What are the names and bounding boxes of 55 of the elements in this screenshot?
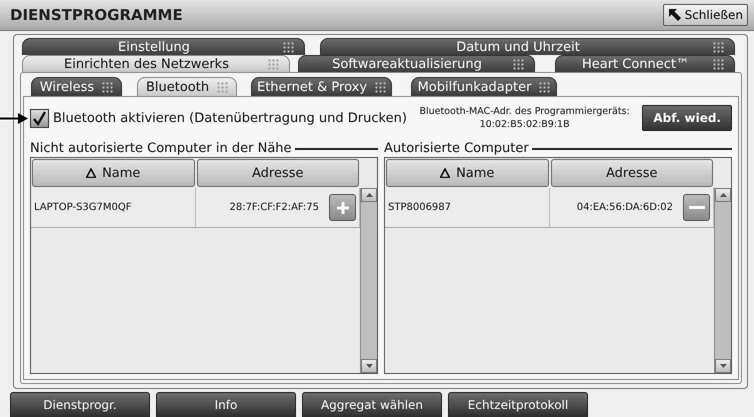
cursor-arrow-icon bbox=[668, 8, 682, 22]
grip-icon bbox=[217, 82, 228, 92]
column-header[interactable]: Adresse bbox=[550, 159, 713, 187]
tab[interactable]: Einrichten des Netzwerks bbox=[22, 55, 290, 72]
tab[interactable]: Heart Connect™ bbox=[555, 55, 735, 72]
checkbox-label: Bluetooth aktivieren (Datenübertragung und Drucken) bbox=[53, 110, 407, 126]
grip-icon bbox=[283, 42, 294, 52]
nav-button[interactable]: Dienstprogr. bbox=[10, 392, 150, 417]
nav-button[interactable]: Echtzeitprotokoll bbox=[448, 392, 588, 417]
scroll-up-button[interactable] bbox=[361, 188, 377, 202]
grip-icon bbox=[375, 82, 386, 92]
grip-icon bbox=[268, 58, 279, 70]
remove-button[interactable] bbox=[683, 194, 710, 221]
column-header[interactable]: Name bbox=[386, 159, 548, 187]
minus-icon bbox=[688, 206, 704, 209]
down-arrow-icon bbox=[366, 364, 372, 368]
up-arrow-icon bbox=[720, 193, 726, 197]
mac-address: 10:02:B5:02:B9:1B bbox=[480, 118, 570, 131]
tab[interactable]: Einstellung bbox=[22, 38, 305, 55]
sort-triangle-icon bbox=[440, 168, 450, 178]
up-arrow-icon bbox=[366, 193, 372, 197]
mac-label: Bluetooth-MAC-Adr. des Programmiergeräts: bbox=[419, 105, 630, 118]
group-title: Autorisierte Computer bbox=[384, 140, 529, 156]
grip-icon bbox=[713, 58, 724, 70]
tab[interactable]: Wireless bbox=[31, 77, 122, 96]
nav-button[interactable]: Info bbox=[156, 392, 296, 417]
plus-icon bbox=[334, 200, 350, 216]
refresh-button[interactable]: Abf. wied. bbox=[642, 105, 732, 131]
table-cell: 28:7F:CF:F2:AF:75 bbox=[229, 202, 319, 213]
down-arrow-icon bbox=[720, 364, 726, 368]
table-cell: STP8006987 bbox=[385, 188, 550, 228]
close-button[interactable]: Schließen bbox=[662, 4, 748, 26]
grip-icon bbox=[713, 42, 724, 52]
scroll-down-button[interactable] bbox=[715, 359, 731, 373]
tab[interactable]: Bluetooth bbox=[137, 77, 237, 96]
tab[interactable]: Softwareaktualisierung bbox=[298, 55, 535, 72]
column-header[interactable]: Name bbox=[32, 159, 194, 187]
tab[interactable]: Mobilfunkadapter bbox=[411, 77, 557, 96]
group-title: Nicht autorisierte Computer in der Nähe bbox=[30, 140, 292, 156]
grip-icon bbox=[513, 58, 524, 70]
nav-button[interactable]: Aggregat wählen bbox=[302, 392, 442, 417]
sort-triangle-icon bbox=[86, 168, 96, 178]
tab[interactable]: Datum und Uhrzeit bbox=[320, 38, 735, 55]
pointer-arrow-icon bbox=[0, 113, 28, 124]
grip-icon bbox=[539, 82, 550, 92]
grip-icon bbox=[102, 82, 114, 92]
checkbox[interactable] bbox=[30, 108, 49, 128]
tab[interactable]: Ethernet & Proxy bbox=[251, 77, 392, 96]
column-header[interactable]: Adresse bbox=[196, 159, 359, 187]
window-title: DIENSTPROGRAMME bbox=[10, 6, 183, 24]
table-cell: 04:EA:56:DA:6D:02 bbox=[576, 202, 673, 213]
scroll-up-button[interactable] bbox=[715, 188, 731, 202]
add-button[interactable] bbox=[329, 194, 356, 221]
table-cell: LAPTOP-S3G7M0QF bbox=[31, 188, 196, 228]
scroll-down-button[interactable] bbox=[361, 359, 377, 373]
